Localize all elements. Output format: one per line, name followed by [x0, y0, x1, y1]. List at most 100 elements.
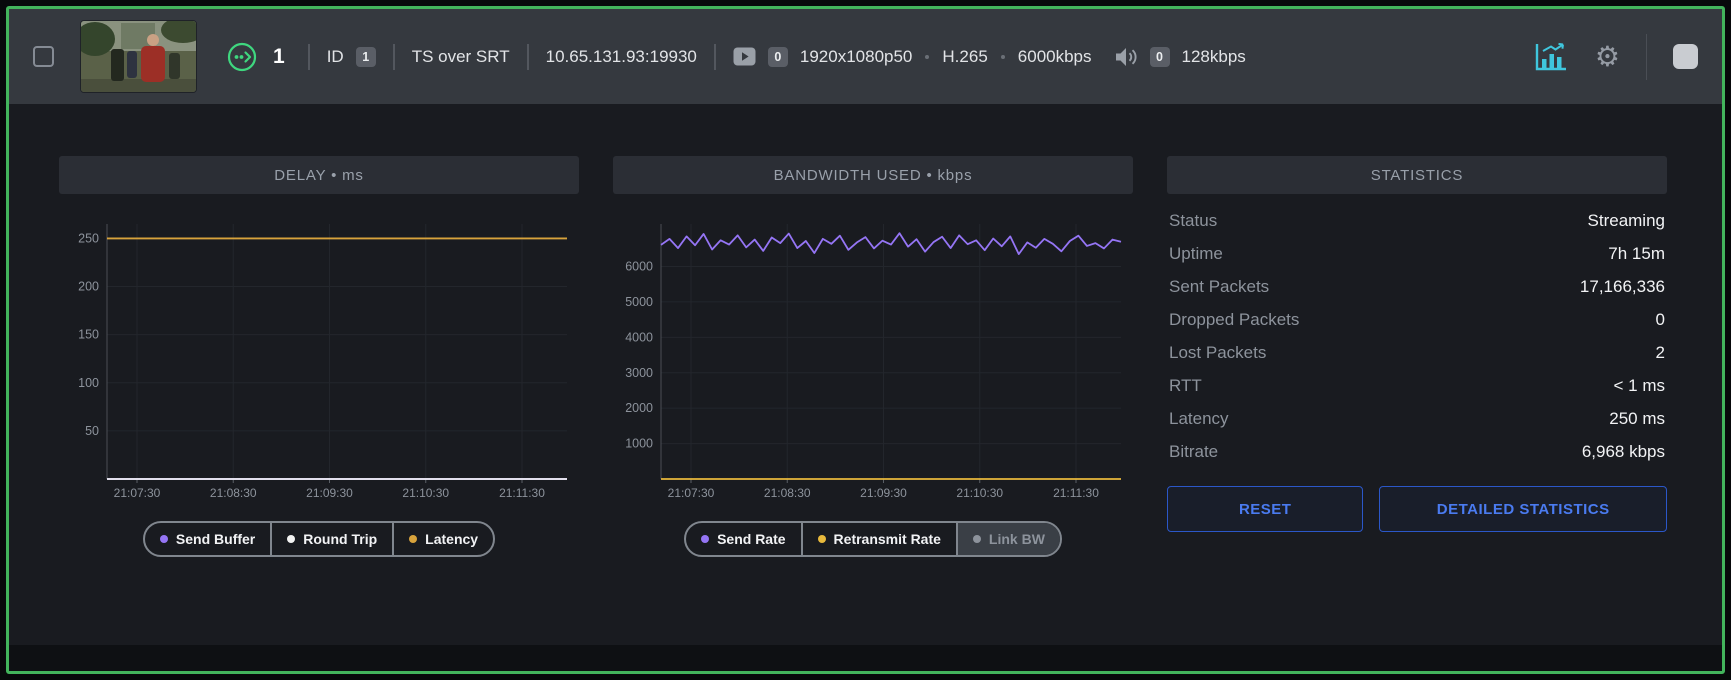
legend-color-dot	[287, 535, 295, 543]
svg-text:21:08:30: 21:08:30	[764, 486, 811, 500]
statistics-panel-title: STATISTICS	[1167, 156, 1667, 194]
delay-chart: 50 100 150 200 250 21:07:30 21:08:30 21:09:30 21…	[59, 208, 579, 513]
stat-value: 6,968 kbps	[1582, 442, 1665, 462]
stat-label: Sent Packets	[1169, 277, 1269, 297]
audio-track-icon	[1114, 46, 1138, 68]
svg-text:150: 150	[78, 328, 99, 342]
audio-track-badge: 0	[1150, 47, 1170, 67]
bandwidth-panel-title: BANDWIDTH USED • kbps	[613, 156, 1133, 194]
protocol-label: TS over SRT	[412, 47, 510, 67]
divider	[393, 44, 395, 70]
divider	[527, 44, 529, 70]
stream-card: 1 ID 1 TS over SRT 10.65.131.93:19930 0 …	[6, 6, 1725, 674]
detailed-statistics-button[interactable]: DETAILED STATISTICS	[1379, 486, 1667, 532]
legend-item-latency[interactable]: Latency	[394, 523, 493, 555]
stop-button[interactable]	[1673, 44, 1698, 69]
legend-item-link-bw[interactable]: Link BW	[958, 523, 1060, 555]
svg-text:6000: 6000	[625, 260, 653, 274]
stat-label: Latency	[1169, 409, 1229, 429]
bandwidth-legend: Send Rate Retransmit Rate Link BW	[613, 521, 1133, 557]
svg-text:100: 100	[78, 376, 99, 390]
stream-number: 1	[273, 45, 285, 69]
codec-label: H.265	[942, 47, 987, 67]
svg-text:5000: 5000	[625, 295, 653, 309]
statistics-panel: STATISTICS StatusStreaming Uptime 7h 15m Se…	[1167, 156, 1667, 557]
svg-text:21:09:30: 21:09:30	[306, 486, 353, 500]
stat-value: 7h 15m	[1608, 244, 1665, 264]
dot-separator	[1001, 55, 1005, 59]
svg-text:1000: 1000	[625, 437, 653, 451]
stat-value: 250 ms	[1609, 409, 1665, 429]
audio-bitrate-label: 128kbps	[1182, 47, 1246, 67]
statistics-chart-icon[interactable]	[1533, 41, 1569, 73]
id-label: ID	[327, 47, 344, 67]
video-thumbnail[interactable]	[80, 20, 197, 93]
legend-item-round-trip[interactable]: Round Trip	[272, 523, 394, 555]
stat-row-bitrate: Bitrate 6,968 kbps	[1169, 435, 1665, 468]
reset-button[interactable]: RESET	[1167, 486, 1363, 532]
legend-label: Retransmit Rate	[834, 531, 941, 547]
stat-label: Bitrate	[1169, 442, 1218, 462]
bandwidth-chart: 10002000300040005000600021:07:3021:08:30…	[613, 208, 1133, 513]
legend-label: Link BW	[989, 531, 1045, 547]
svg-text:200: 200	[78, 280, 99, 294]
svg-text:21:10:30: 21:10:30	[956, 486, 1003, 500]
svg-text:21:11:30: 21:11:30	[1053, 486, 1099, 500]
legend-group: Send Rate Retransmit Rate Link BW	[684, 521, 1062, 557]
svg-text:21:08:30: 21:08:30	[210, 486, 257, 500]
divider	[714, 44, 716, 70]
svg-text:21:07:30: 21:07:30	[114, 486, 161, 500]
stream-select-checkbox[interactable]	[33, 46, 54, 67]
legend-group: Send Buffer Round Trip Latency	[143, 521, 495, 557]
footer-strip	[9, 645, 1722, 671]
divider	[1646, 34, 1647, 80]
svg-text:250: 250	[78, 231, 99, 245]
svg-text:21:07:30: 21:07:30	[668, 486, 715, 500]
svg-text:2000: 2000	[625, 401, 653, 415]
legend-color-dot	[701, 535, 709, 543]
stat-row-uptime: Uptime 7h 15m	[1169, 237, 1665, 270]
legend-color-dot	[409, 535, 417, 543]
stat-value: < 1 ms	[1614, 376, 1666, 396]
video-bitrate-label: 6000kbps	[1018, 47, 1092, 67]
divider	[308, 44, 310, 70]
stat-row-dropped-packets: Dropped Packets 0	[1169, 303, 1665, 336]
delay-panel-title: DELAY • ms	[59, 156, 579, 194]
stat-value: 2	[1656, 343, 1665, 363]
svg-text:50: 50	[85, 424, 99, 438]
svg-text:21:09:30: 21:09:30	[860, 486, 907, 500]
dashboard-content: DELAY • ms 50 100 150 200 250 21:07:30 21:08:3…	[9, 104, 1722, 557]
stat-row-sent-packets: Sent Packets 17,166,336	[1169, 270, 1665, 303]
stream-status-icon	[227, 42, 257, 72]
legend-label: Send Buffer	[176, 531, 255, 547]
stat-row-rtt: RTT < 1 ms	[1169, 369, 1665, 402]
svg-text:21:10:30: 21:10:30	[402, 486, 449, 500]
stat-row-latency: Latency 250 ms	[1169, 402, 1665, 435]
legend-color-dot	[973, 535, 981, 543]
stat-label: RTT	[1169, 376, 1202, 396]
settings-gear-icon[interactable]: ⚙	[1595, 43, 1620, 71]
legend-label: Send Rate	[717, 531, 785, 547]
delay-panel: DELAY • ms 50 100 150 200 250 21:07:30 21:08:3…	[59, 156, 579, 557]
legend-color-dot	[818, 535, 826, 543]
legend-label: Round Trip	[303, 531, 377, 547]
statistics-buttons: RESET DETAILED STATISTICS	[1167, 486, 1667, 532]
svg-text:3000: 3000	[625, 366, 653, 380]
delay-legend: Send Buffer Round Trip Latency	[59, 521, 579, 557]
video-track-icon	[733, 47, 756, 66]
stat-row-status: StatusStreaming	[1169, 204, 1665, 237]
stat-row-lost-packets: Lost Packets2	[1169, 336, 1665, 369]
legend-item-send-buffer[interactable]: Send Buffer	[145, 523, 272, 555]
legend-color-dot	[160, 535, 168, 543]
stat-value: 17,166,336	[1580, 277, 1665, 297]
legend-item-send-rate[interactable]: Send Rate	[686, 523, 802, 555]
stream-address: 10.65.131.93:19930	[546, 47, 697, 67]
stat-value: 0	[1656, 310, 1665, 330]
id-badge: 1	[356, 47, 376, 67]
stat-label: Dropped Packets	[1169, 310, 1299, 330]
stat-value: Streaming	[1588, 211, 1665, 231]
resolution-label: 1920x1080p50	[800, 47, 913, 67]
legend-item-retransmit-rate[interactable]: Retransmit Rate	[803, 523, 958, 555]
stream-header-bar: 1 ID 1 TS over SRT 10.65.131.93:19930 0 …	[9, 9, 1722, 104]
stat-label: Uptime	[1169, 244, 1223, 264]
